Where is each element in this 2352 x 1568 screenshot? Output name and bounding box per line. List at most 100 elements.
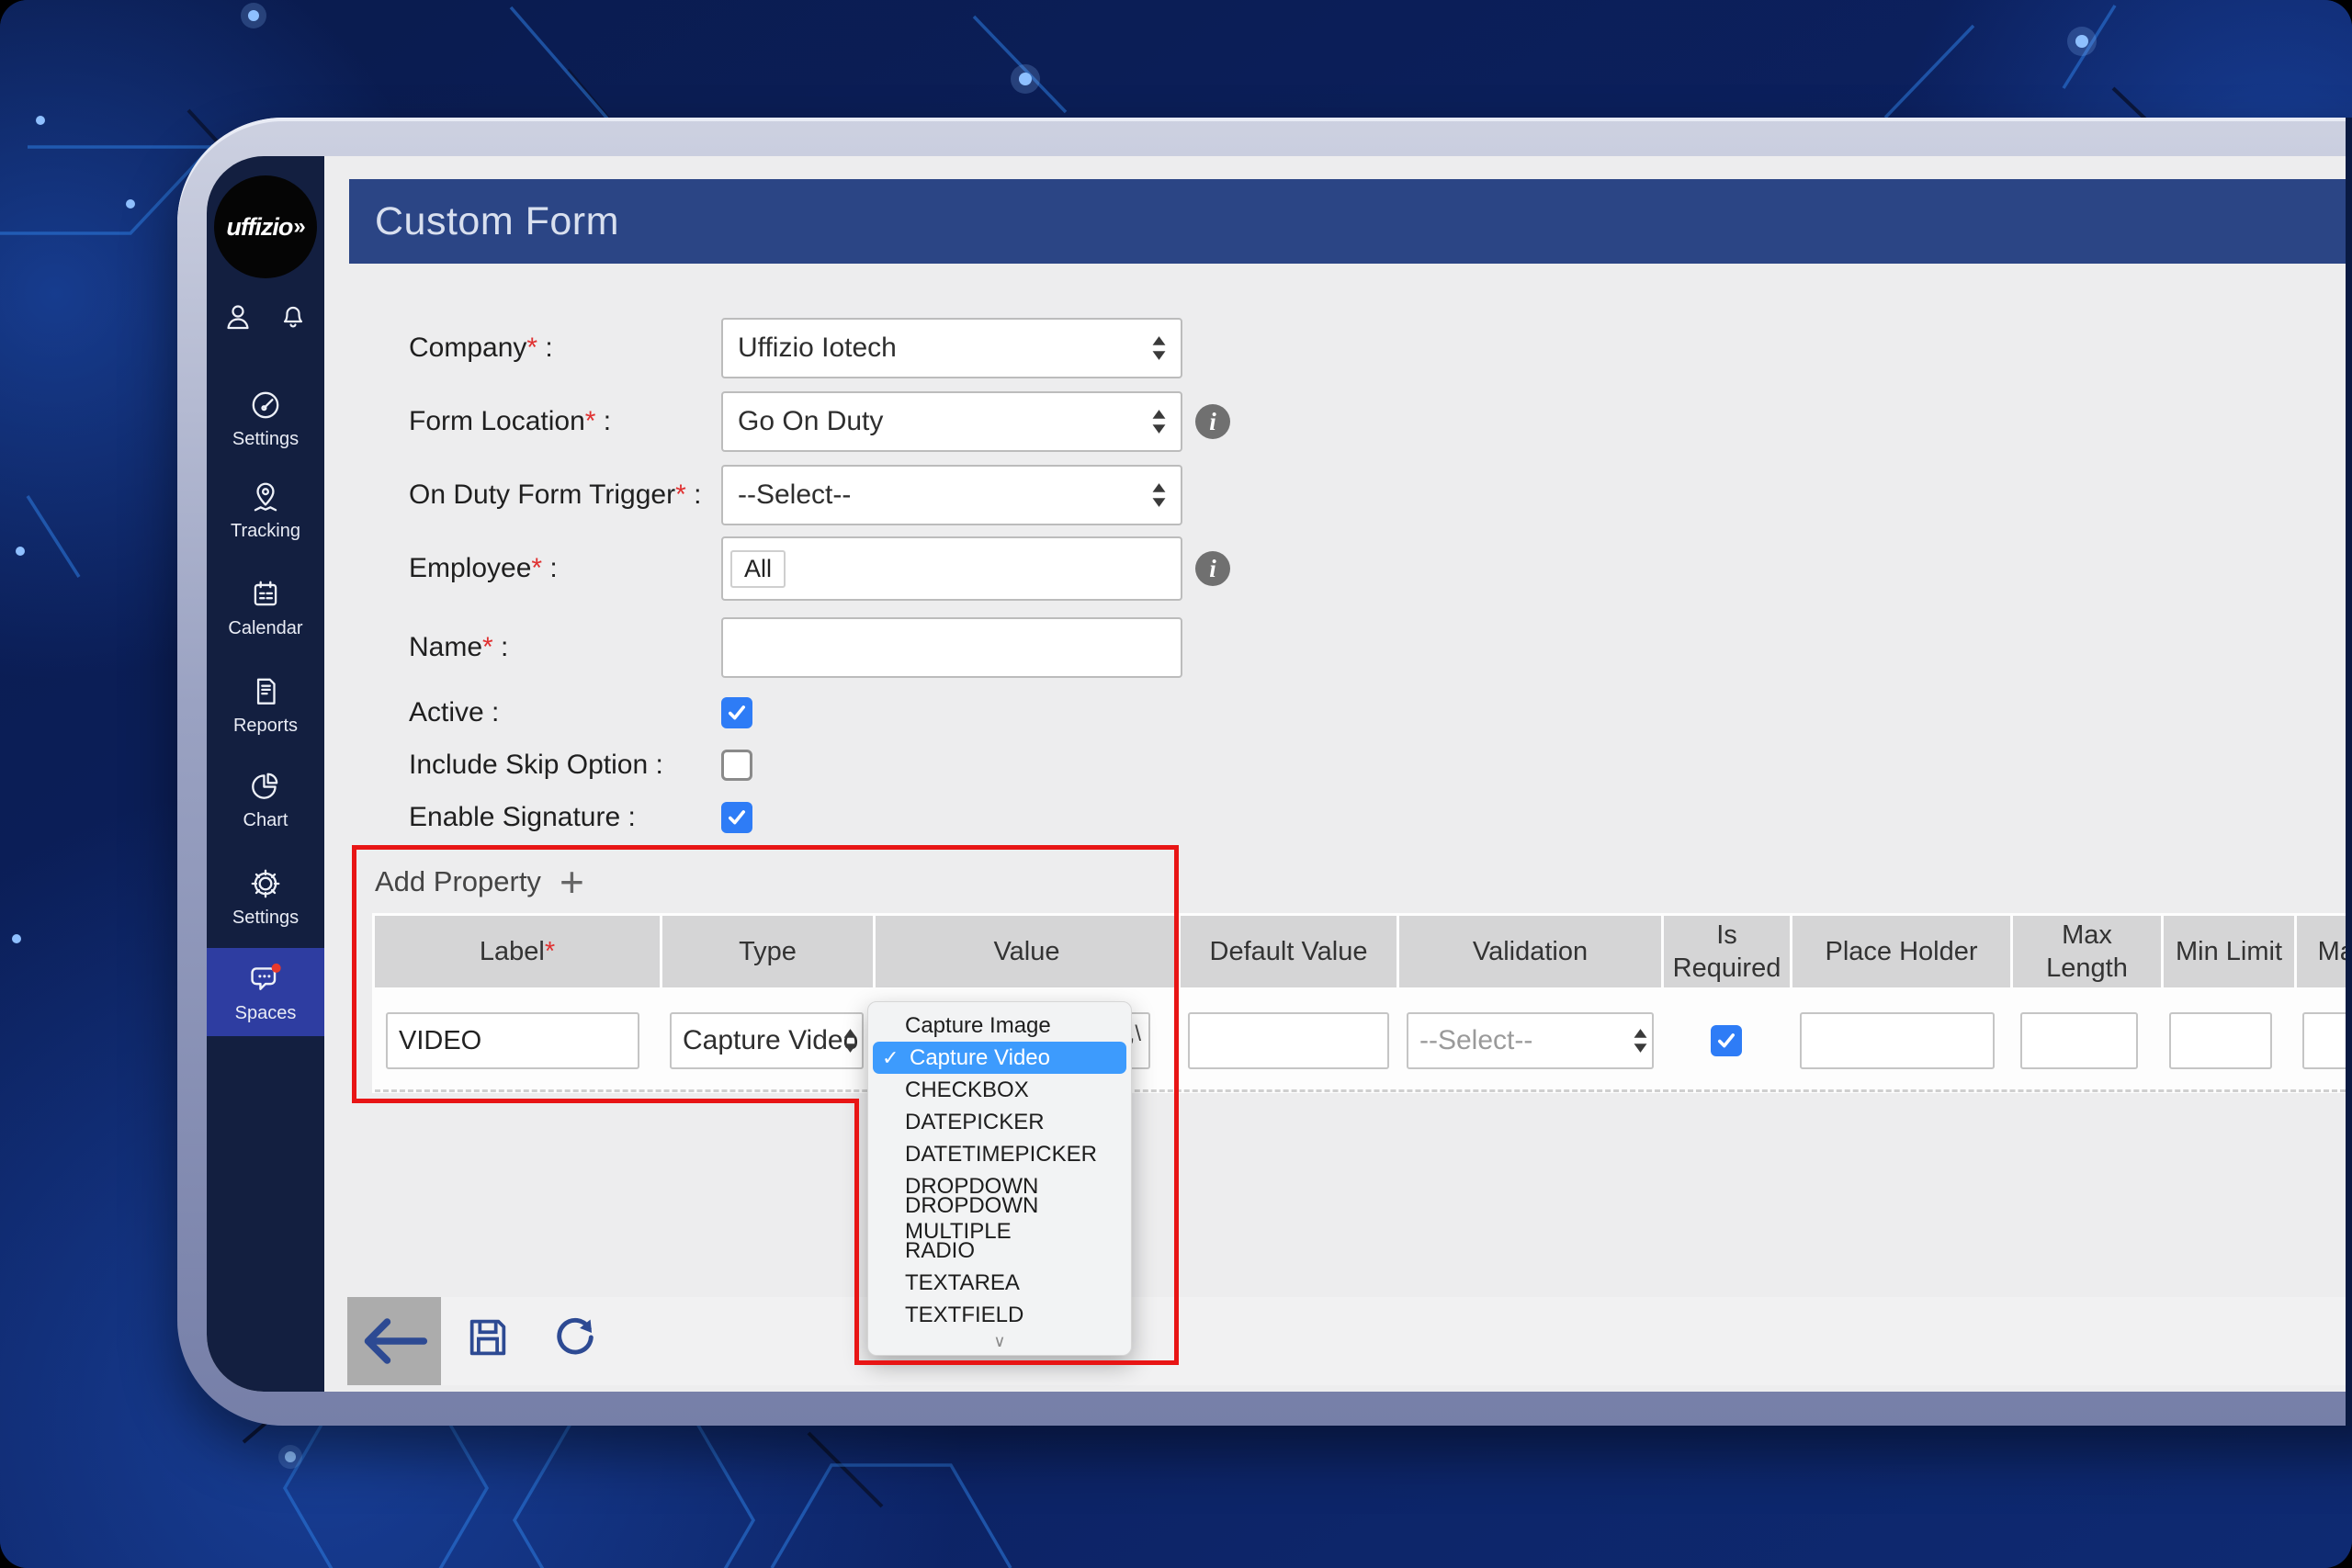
column-header-label: Label* — [480, 935, 555, 968]
column-header-place-holder: Place Holder — [1792, 916, 2010, 987]
dropdown-option-label: TEXTFIELD — [905, 1302, 1024, 1327]
sidebar-item-label: Tracking — [231, 521, 300, 541]
row-max-length-input[interactable] — [2020, 1012, 2138, 1069]
dropdown-option[interactable]: TEXTFIELD — [868, 1299, 1131, 1331]
column-header-label: Value — [993, 935, 1059, 968]
row-max-input[interactable] — [2302, 1012, 2352, 1069]
map-pin-icon — [248, 479, 283, 514]
column-header-label: Validation — [1473, 935, 1588, 968]
plus-icon[interactable]: + — [560, 861, 584, 903]
dropdown-option-label: CHECKBOX — [905, 1077, 1029, 1102]
column-header-text: Label — [479, 936, 545, 966]
dropdown-option[interactable]: DROPDOWN MULTIPLE — [868, 1193, 1131, 1244]
include-skip-option-checkbox[interactable] — [721, 750, 752, 781]
dropdown-option[interactable]: Capture Image — [868, 1010, 1131, 1042]
toolbar — [347, 1297, 2346, 1385]
page-title: Custom Form — [375, 198, 619, 243]
logo-arrow-icon: » — [293, 214, 305, 239]
updown-arrows-icon — [1152, 483, 1166, 507]
column-header-max-length: Max Length — [2013, 916, 2161, 987]
row-is-required-checkbox[interactable] — [1711, 1025, 1742, 1056]
sidebar-item-label: Reports — [232, 716, 299, 736]
logo-text: uffizio — [226, 212, 293, 241]
field-label-text: Active — [409, 697, 484, 728]
sidebar-item-chart[interactable]: Chart — [207, 764, 324, 836]
label-colon: : — [620, 802, 636, 832]
sidebar-item-calendar[interactable]: Calendar — [207, 572, 324, 644]
select-value: Go On Duty — [738, 406, 884, 436]
form-row-form-location: Form Location* : Go On Duty i — [409, 391, 1230, 452]
dropdown-option[interactable]: DATEPICKER — [868, 1106, 1131, 1138]
row-validation-select[interactable]: --Select-- — [1407, 1012, 1654, 1069]
field-label: Form Location* : — [409, 406, 721, 437]
sidebar-item-reports[interactable]: Reports — [207, 670, 324, 741]
refresh-button[interactable] — [551, 1314, 599, 1361]
info-icon[interactable]: i — [1195, 404, 1230, 439]
back-button[interactable] — [347, 1297, 441, 1385]
company-select[interactable]: Uffizio Iotech — [721, 318, 1182, 378]
column-header-text: Validation — [1472, 936, 1589, 966]
field-label-text: On Duty Form Trigger — [409, 479, 676, 510]
label-colon: : — [483, 697, 500, 728]
updown-arrows-icon — [1152, 410, 1166, 434]
sidebar-item-label: Settings — [232, 908, 300, 928]
bell-icon[interactable] — [277, 301, 310, 334]
select-value: --Select-- — [738, 479, 852, 510]
info-icon[interactable]: i — [1195, 551, 1230, 586]
refresh-icon — [551, 1314, 599, 1361]
name-input[interactable] — [721, 617, 1182, 678]
sidebar-item-tracking[interactable]: Tracking — [207, 475, 324, 547]
row-place-holder-input[interactable] — [1800, 1012, 1995, 1069]
on-duty-form-trigger-select[interactable]: --Select-- — [721, 465, 1182, 525]
dropdown-option-selected[interactable]: ✓ Capture Video — [873, 1042, 1126, 1074]
employee-chip[interactable]: All — [730, 549, 786, 588]
field-label-text: Company — [409, 333, 527, 363]
dropdown-option[interactable]: CHECKBOX — [868, 1074, 1131, 1106]
label-colon: : — [492, 632, 509, 662]
user-icon[interactable] — [221, 301, 254, 334]
pie-chart-icon — [248, 769, 283, 804]
sidebar-item-settings[interactable]: Settings — [207, 383, 324, 455]
column-header-label: Is Required — [1669, 919, 1784, 986]
row-type-select[interactable]: Capture Video — [670, 1012, 864, 1069]
dropdown-option[interactable]: DATETIMEPICKER — [868, 1138, 1131, 1170]
dropdown-more-chevron-icon[interactable]: ∨ — [868, 1331, 1131, 1351]
required-asterisk: * — [675, 479, 686, 510]
dropdown-option-label: TEXTAREA — [905, 1269, 1020, 1295]
column-header-text: Is Required — [1672, 919, 1781, 983]
column-header-validation: Validation — [1399, 916, 1661, 987]
sidebar-top-icons — [207, 301, 324, 334]
row-min-limit-input[interactable] — [2169, 1012, 2272, 1069]
column-header-text: Value — [993, 936, 1060, 966]
required-asterisk: * — [584, 406, 596, 436]
field-label: Enable Signature : — [409, 802, 721, 833]
sidebar-item-spaces[interactable]: Spaces — [207, 948, 324, 1036]
sidebar-item-settings-2[interactable]: Settings — [207, 862, 324, 933]
required-asterisk: * — [544, 936, 556, 966]
field-label: Company* : — [409, 333, 721, 364]
frame-right-gap — [2346, 118, 2352, 1426]
row-label-input[interactable] — [386, 1012, 639, 1069]
column-header-max: Max — [2297, 916, 2352, 987]
field-label: Include Skip Option : — [409, 750, 721, 781]
speedometer-icon — [248, 388, 283, 423]
dropdown-option-label: DATEPICKER — [905, 1109, 1045, 1134]
field-label-text: Enable Signature — [409, 802, 621, 832]
form-location-select[interactable]: Go On Duty — [721, 391, 1182, 452]
row-default-value-input[interactable] — [1188, 1012, 1389, 1069]
sidebar-item-label: Chart — [243, 810, 288, 830]
save-button[interactable] — [464, 1314, 512, 1361]
active-checkbox[interactable] — [721, 697, 752, 728]
field-label: Name* : — [409, 632, 721, 663]
dropdown-option-label: RADIO — [905, 1237, 976, 1263]
enable-signature-checkbox[interactable] — [721, 802, 752, 833]
form-row-on-duty-form-trigger: On Duty Form Trigger* : --Select-- — [409, 465, 1182, 525]
back-arrow-icon — [359, 1314, 429, 1368]
save-icon — [464, 1314, 512, 1361]
employee-field[interactable]: All — [721, 536, 1182, 601]
screenshot-root: uffizio» Settings Tracking Calendar Reports… — [0, 0, 2352, 1568]
form-row-employee: Employee* : All i — [409, 536, 1230, 601]
dropdown-option[interactable]: TEXTAREA — [868, 1267, 1131, 1299]
column-header-text: Default Value — [1209, 936, 1368, 966]
select-value: Uffizio Iotech — [738, 333, 897, 363]
